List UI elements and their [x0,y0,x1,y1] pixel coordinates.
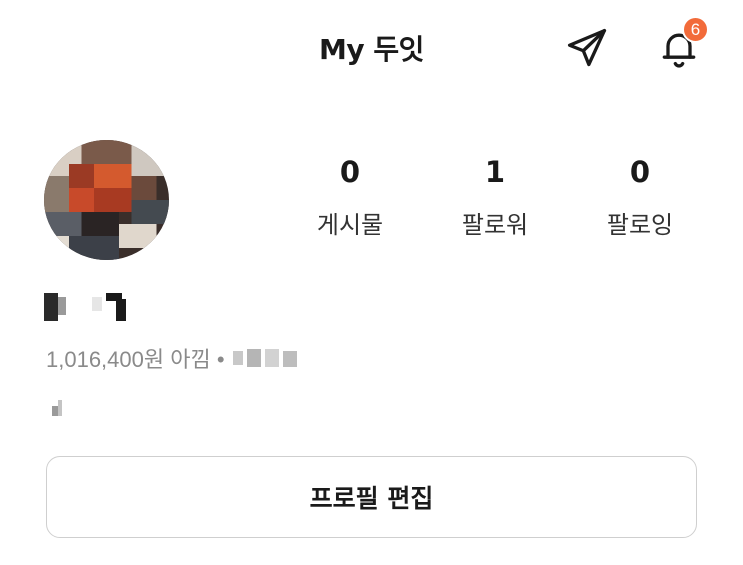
stat-followers[interactable]: 1 팔로워 [430,155,560,240]
followers-count: 1 [484,155,506,189]
meta-redacted [232,349,297,367]
following-count: 0 [629,155,651,189]
posts-count: 0 [339,155,361,189]
followers-label: 팔로워 [461,211,529,239]
stat-following[interactable]: 0 팔로잉 [575,155,705,240]
paper-plane-icon [567,28,607,67]
avatar-image [44,140,169,260]
header: My 두잇 6 [0,0,743,95]
avatar[interactable] [44,140,169,260]
send-button[interactable] [562,24,612,72]
username-redacted [44,293,126,321]
profile-stats: 0 게시물 1 팔로워 0 팔로잉 [270,155,730,250]
posts-label: 게시물 [316,211,384,239]
profile-meta: 1,016,400원 아낌 • [46,342,301,374]
bio-redacted [52,400,62,416]
notifications-button[interactable]: 6 [653,16,713,72]
stat-posts[interactable]: 0 게시물 [285,155,415,240]
page-title: My 두잇 [319,33,424,66]
notification-badge: 6 [682,16,709,43]
following-label: 팔로잉 [606,211,674,239]
edit-profile-button[interactable]: 프로필 편집 [46,456,697,538]
saved-amount: 1,016,400원 아낌 • [46,347,225,372]
